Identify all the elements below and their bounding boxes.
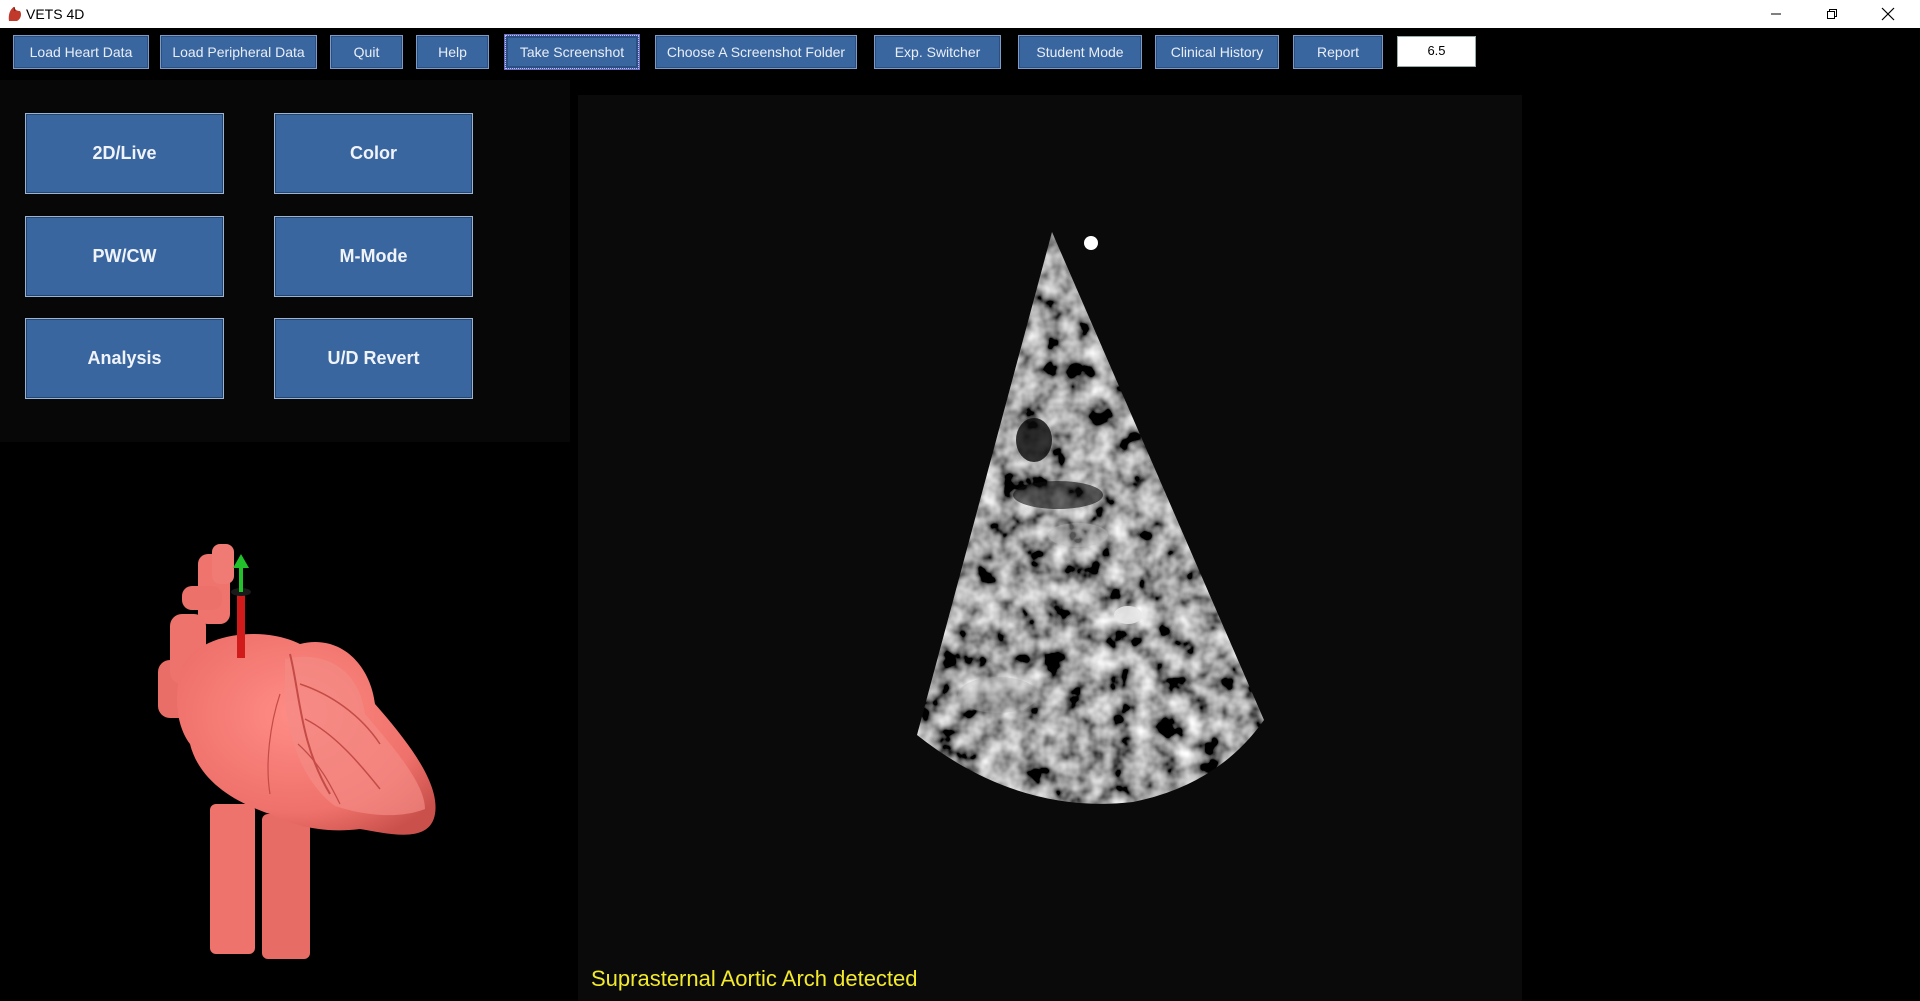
minimize-icon [1771, 13, 1781, 15]
heart-model-viewport[interactable] [0, 444, 570, 1001]
student-mode-button[interactable]: Student Mode [1018, 35, 1142, 69]
load-heart-data-button[interactable]: Load Heart Data [13, 35, 149, 69]
orientation-marker [1084, 236, 1098, 250]
status-message: Suprasternal Aortic Arch detected [591, 966, 918, 991]
exp-switcher-button[interactable]: Exp. Switcher [874, 35, 1001, 69]
load-peripheral-data-button[interactable]: Load Peripheral Data [160, 35, 317, 69]
report-button[interactable]: Report [1293, 35, 1383, 69]
help-button[interactable]: Help [416, 35, 489, 69]
2d-live-button[interactable]: 2D/Live [25, 113, 224, 194]
probe-indicator [237, 592, 245, 658]
take-screenshot-button[interactable]: Take Screenshot [505, 35, 639, 69]
app-icon [8, 6, 21, 21]
choose-screenshot-folder-button[interactable]: Choose A Screenshot Folder [655, 35, 857, 69]
analysis-button[interactable]: Analysis [25, 318, 224, 399]
ud-revert-button[interactable]: U/D Revert [274, 318, 473, 399]
window-title: VETS 4D [26, 6, 85, 22]
ultrasound-viewport[interactable] [578, 95, 1522, 1001]
ultrasound-sector-image [917, 232, 1264, 804]
heart-model[interactable] [0, 444, 570, 1001]
clinical-history-button[interactable]: Clinical History [1155, 35, 1279, 69]
quit-button[interactable]: Quit [330, 35, 403, 69]
pw-cw-button[interactable]: PW/CW [25, 216, 224, 297]
color-button[interactable]: Color [274, 113, 473, 194]
close-button[interactable] [1860, 0, 1916, 28]
close-icon [1881, 7, 1895, 21]
minimize-button[interactable] [1748, 0, 1804, 28]
title-bar: VETS 4D [0, 0, 1920, 28]
value-field[interactable]: 6.5 [1397, 36, 1476, 67]
restore-button[interactable] [1804, 0, 1860, 28]
restore-icon [1827, 9, 1837, 19]
m-mode-button[interactable]: M-Mode [274, 216, 473, 297]
